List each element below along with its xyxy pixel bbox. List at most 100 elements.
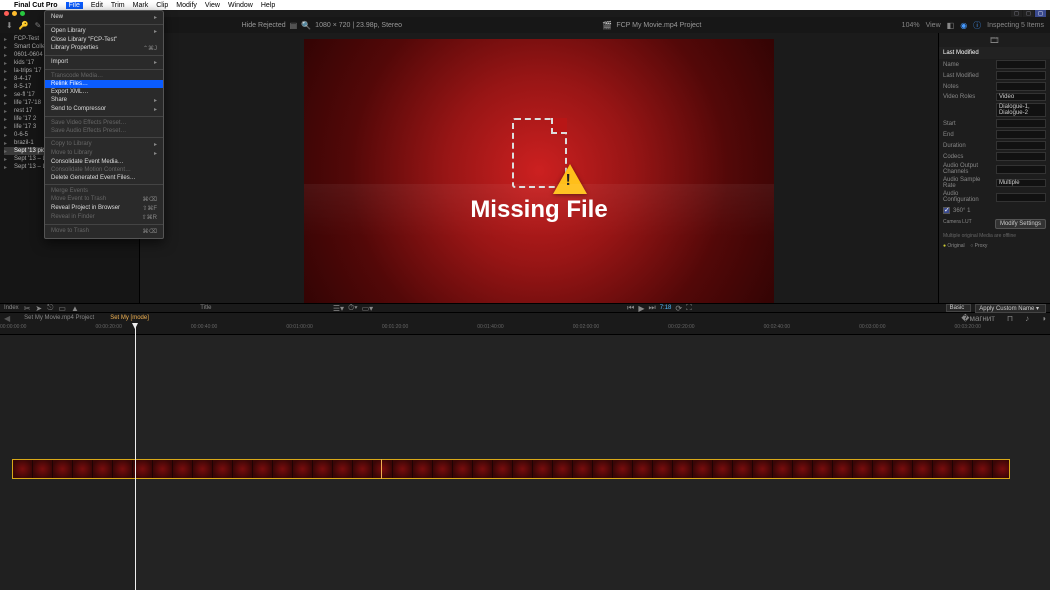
app-name[interactable]: Final Cut Pro <box>14 2 58 9</box>
project-tab-1[interactable]: Set My Movie.mp4 Project <box>22 315 96 321</box>
camera-checkbox[interactable] <box>943 207 950 214</box>
clip-thumbnail[interactable] <box>653 460 673 478</box>
clip-thumbnail[interactable] <box>953 460 973 478</box>
clip-thumbnail[interactable] <box>933 460 953 478</box>
close-icon[interactable] <box>4 11 9 16</box>
zoom-icon[interactable] <box>20 11 25 16</box>
inspector-field[interactable] <box>996 152 1046 161</box>
back-icon[interactable]: ◀ <box>4 314 10 323</box>
tool-pointer-icon[interactable]: ▲ <box>71 304 79 313</box>
menu-clip[interactable]: Clip <box>156 2 168 9</box>
clip-thumbnail[interactable] <box>873 460 893 478</box>
inspector-field[interactable] <box>996 82 1046 91</box>
menu-mark[interactable]: Mark <box>133 2 149 9</box>
import-icon[interactable]: ⬇ <box>6 21 13 30</box>
clip-filter-icon[interactable]: ▭▾ <box>362 304 374 313</box>
loop-icon[interactable]: ⟳ <box>675 304 682 313</box>
clip-thumbnail[interactable] <box>293 460 313 478</box>
video-tab-icon[interactable]: 🎞 <box>989 36 999 45</box>
list-view-icon[interactable]: ▤ <box>290 21 298 30</box>
tool-arrow-icon[interactable]: ➤ <box>35 304 42 313</box>
clip-thumbnail[interactable] <box>833 460 853 478</box>
clip-thumbnail[interactable] <box>513 460 533 478</box>
clip-thumbnail[interactable] <box>333 460 353 478</box>
menu-item[interactable]: Relink Files… <box>45 80 163 88</box>
retime-icon[interactable]: ⏱▾ <box>348 303 358 313</box>
timeline[interactable]: 00:00:00:0000:00:20:0000:00:40:0000:01:0… <box>0 323 1050 590</box>
menu-file[interactable]: File <box>66 2 83 9</box>
clip-thumbnail[interactable] <box>253 460 273 478</box>
workspace-tab-3[interactable]: ◻ <box>1035 10 1046 17</box>
clip-thumbnail[interactable] <box>553 460 573 478</box>
play-icon[interactable]: ▶ <box>638 304 644 313</box>
timeline-ruler[interactable]: 00:00:00:0000:00:20:0000:00:40:0000:01:0… <box>0 323 1050 335</box>
clip-thumbnail[interactable] <box>73 460 93 478</box>
info-icon[interactable]: ⓘ <box>973 20 981 31</box>
menu-item[interactable]: Library Properties⌃⌘J <box>45 44 163 53</box>
menu-modify[interactable]: Modify <box>176 2 197 9</box>
modify-settings-button[interactable]: Modify Settings <box>995 219 1046 229</box>
tool-icon[interactable]: ✎ <box>35 21 42 30</box>
search-icon[interactable]: 🔍 <box>301 21 311 30</box>
clip-thumbnail[interactable] <box>413 460 433 478</box>
timeline-marker[interactable] <box>381 459 382 479</box>
clip-thumbnail[interactable] <box>673 460 693 478</box>
menu-edit[interactable]: Edit <box>91 2 103 9</box>
view-menu[interactable]: View <box>926 22 941 29</box>
clip-thumbnail[interactable] <box>153 460 173 478</box>
project-name[interactable]: FCP My Movie.mp4 Project <box>616 22 701 29</box>
clip-thumbnail[interactable] <box>133 460 153 478</box>
menu-item[interactable]: Export XML… <box>45 88 163 96</box>
minimize-icon[interactable] <box>12 11 17 16</box>
tool-connect-icon[interactable]: ⎋ <box>47 303 53 313</box>
clip-thumbnail[interactable] <box>213 460 233 478</box>
clip-thumbnail[interactable] <box>773 460 793 478</box>
clip-thumbnail[interactable] <box>93 460 113 478</box>
menu-view[interactable]: View <box>205 2 220 9</box>
project-tab-2[interactable]: Set My [mode] <box>108 315 151 321</box>
scope-icon[interactable]: ◧ <box>947 21 955 30</box>
workspace-tab-2[interactable]: ◻ <box>1023 10 1034 17</box>
clip-thumbnail[interactable] <box>813 460 833 478</box>
clip-thumbnail[interactable] <box>493 460 513 478</box>
clip-thumbnail[interactable] <box>733 460 753 478</box>
playhead[interactable] <box>135 323 136 590</box>
prev-edit-icon[interactable]: ⏮ <box>627 303 634 313</box>
clip-thumbnail[interactable] <box>273 460 293 478</box>
menu-item[interactable]: Share▸ <box>45 96 163 105</box>
clip-thumbnail[interactable] <box>193 460 213 478</box>
settings-popup-icon[interactable]: ☰▾ <box>333 304 344 313</box>
primary-storyline-clip[interactable] <box>12 459 1010 479</box>
clip-thumbnail[interactable] <box>793 460 813 478</box>
inspector-field[interactable] <box>996 165 1046 174</box>
solo-icon[interactable]: ◑ <box>1041 314 1046 323</box>
menu-item[interactable]: Close Library "FCP-Test" <box>45 36 163 44</box>
inspector-field[interactable] <box>996 130 1046 139</box>
clip-thumbnail[interactable] <box>633 460 653 478</box>
metadata-view-popup[interactable]: Basic <box>946 304 972 312</box>
tool-select-icon[interactable]: ▭ <box>58 304 66 313</box>
apply-name-button[interactable]: Apply Custom Name ▾ <box>975 304 1046 313</box>
inspector-field[interactable] <box>996 193 1046 202</box>
clip-thumbnail[interactable] <box>393 460 413 478</box>
menu-item[interactable]: New▸ <box>45 13 163 22</box>
clip-thumbnail[interactable] <box>113 460 133 478</box>
clip-thumbnail[interactable] <box>853 460 873 478</box>
workspace-tab-1[interactable]: ◻ <box>1011 10 1022 17</box>
menu-item[interactable]: Send to Compressor▸ <box>45 105 163 114</box>
clip-thumbnail[interactable] <box>313 460 333 478</box>
clip-thumbnail[interactable] <box>713 460 733 478</box>
clip-thumbnail[interactable] <box>453 460 473 478</box>
keyword-icon[interactable]: 🔑 <box>19 21 29 30</box>
menu-item[interactable]: Consolidate Event Media… <box>45 158 163 166</box>
menu-item[interactable]: Reveal Project in Browser⇧⌘F <box>45 204 163 213</box>
filter-popup[interactable]: Hide Rejected <box>242 22 286 29</box>
clip-thumbnail[interactable] <box>973 460 993 478</box>
clip-thumbnail[interactable] <box>33 460 53 478</box>
clip-thumbnail[interactable] <box>593 460 613 478</box>
clip-thumbnail[interactable] <box>913 460 933 478</box>
skimming-icon[interactable]: ⊓ <box>1007 314 1013 323</box>
clip-thumbnail[interactable] <box>693 460 713 478</box>
menu-item[interactable]: Delete Generated Event Files… <box>45 174 163 182</box>
clip-thumbnail[interactable] <box>233 460 253 478</box>
